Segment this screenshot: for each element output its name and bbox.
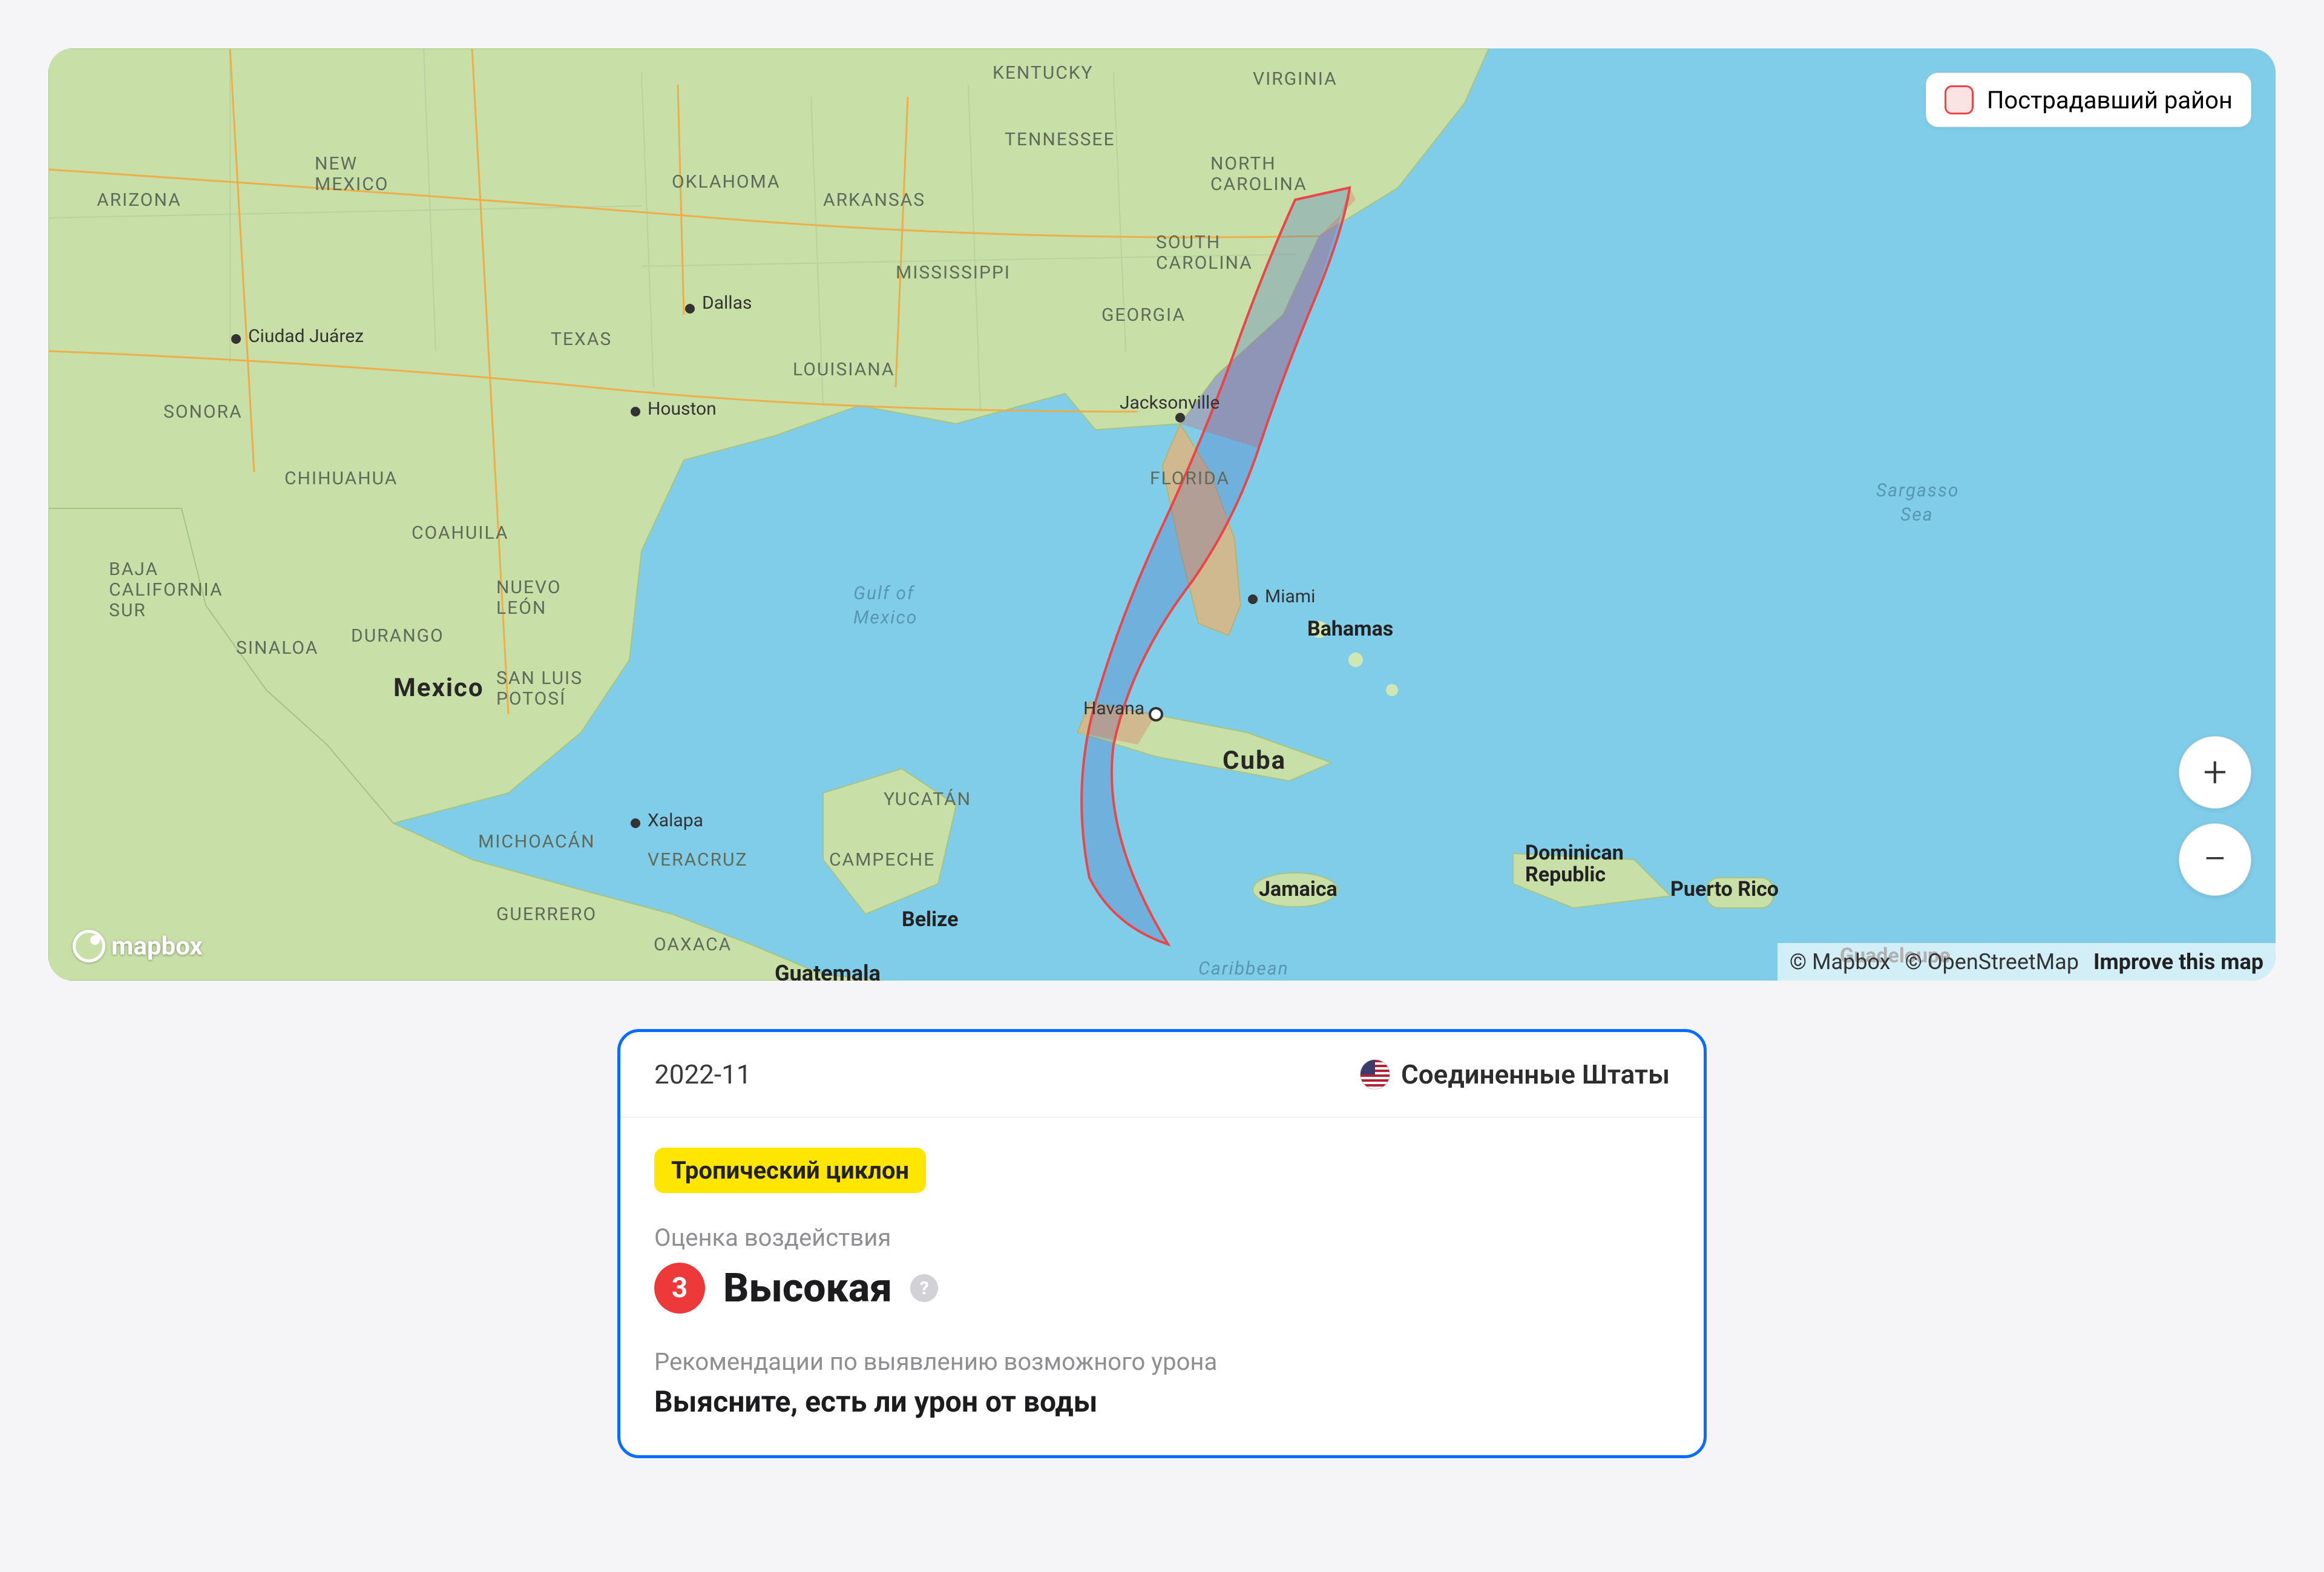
event-country: Соединенные Штаты [1360,1059,1670,1090]
label-sonora: SONORA [163,401,243,423]
label-puerto-rico: Puerto Rico [1670,877,1779,901]
label-coahuila: COAHUILA [412,522,508,544]
label-florida: FLORIDA [1150,468,1230,489]
map-region[interactable]: KENTUCKY VIRGINIA TENNESSEE NORTHCAROLIN… [48,48,2276,981]
mapbox-logo-text: mapbox [111,932,203,961]
label-chihuahua: CHIHUAHUA [284,468,398,489]
label-dallas: Dallas [702,292,752,314]
mapbox-logo: mapbox [73,930,203,962]
label-xalapa: Xalapa [648,810,703,831]
impact-row: 3 Высокая ? [654,1263,1670,1314]
label-jacksonville: Jacksonville [1120,392,1219,413]
label-campeche: CAMPECHE [829,849,935,870]
label-veracruz: VERACRUZ [648,849,748,870]
label-durango: DURANGO [351,625,444,646]
label-arizona: ARIZONA [97,189,182,211]
legend-swatch-icon [1945,85,1974,114]
label-cuba: Cuba [1223,746,1286,775]
label-ciudad-juarez: Ciudad Juárez [248,326,364,347]
label-virginia: VIRGINIA [1253,68,1338,90]
label-arkansas: ARKANSAS [823,189,925,211]
map-canvas[interactable]: KENTUCKY VIRGINIA TENNESSEE NORTHCAROLIN… [48,48,2276,981]
label-miami: Miami [1265,586,1315,607]
label-georgia: GEORGIA [1101,304,1186,326]
zoom-controls: + − [2179,736,2251,896]
recommendation-title: Рекомендации по выявлению возможного уро… [654,1347,1670,1376]
label-louisiana: LOUISIANA [793,359,895,380]
event-card: 2022-11 Соединенные Штаты Тропический ци… [617,1029,1707,1458]
help-icon[interactable]: ? [910,1274,938,1302]
label-houston: Houston [648,398,717,419]
label-mexico: Mexico [393,673,484,703]
event-type-tag: Тропический циклон [654,1148,926,1193]
label-yucatan: YUCATÁN [884,789,971,810]
label-kentucky: KENTUCKY [993,62,1094,84]
impact-level: Высокая [723,1265,892,1312]
label-carib: Caribbean [1198,958,1289,979]
label-jamaica: Jamaica [1259,877,1338,901]
label-oklahoma: OKLAHOMA [672,171,781,192]
mapbox-logo-icon [73,930,105,962]
label-guerrero: GUERRERO [496,904,597,925]
zoom-in-button[interactable]: + [2179,736,2251,809]
label-bahamas: Bahamas [1307,617,1393,641]
impact-label: Оценка воздействия [654,1223,1670,1252]
label-sinaloa: SINALOA [236,637,318,659]
map-attribution: © Mapbox © OpenStreetMap Improve this ma… [1777,943,2276,981]
attrib-mapbox[interactable]: © Mapbox [1790,949,1891,975]
event-date: 2022-11 [654,1059,752,1090]
label-havana: Havana [1083,698,1144,719]
label-belize: Belize [902,907,958,932]
attrib-improve[interactable]: Improve this map [2093,949,2263,975]
attrib-osm[interactable]: © OpenStreetMap [1905,949,2079,975]
legend-label: Пострадавший район [1987,86,2233,114]
impact-score-badge: 3 [654,1263,705,1314]
card-header: 2022-11 Соединенные Штаты [620,1032,1704,1117]
us-flag-icon [1360,1059,1390,1090]
zoom-out-button[interactable]: − [2179,823,2251,896]
recommendation-text: Выясните, есть ли урон от воды [654,1384,1670,1419]
label-mississippi: MISSISSIPPI [896,262,1011,283]
label-oaxaca: OAXACA [654,934,732,955]
label-texas: TEXAS [551,329,612,350]
label-michoacan: MICHOACÁN [478,831,596,852]
label-tennessee: TENNESSEE [1005,129,1115,150]
event-country-name: Соединенные Штаты [1401,1059,1670,1090]
label-guatemala: Guatemala [775,961,881,981]
map-legend: Пострадавший район [1926,73,2251,127]
